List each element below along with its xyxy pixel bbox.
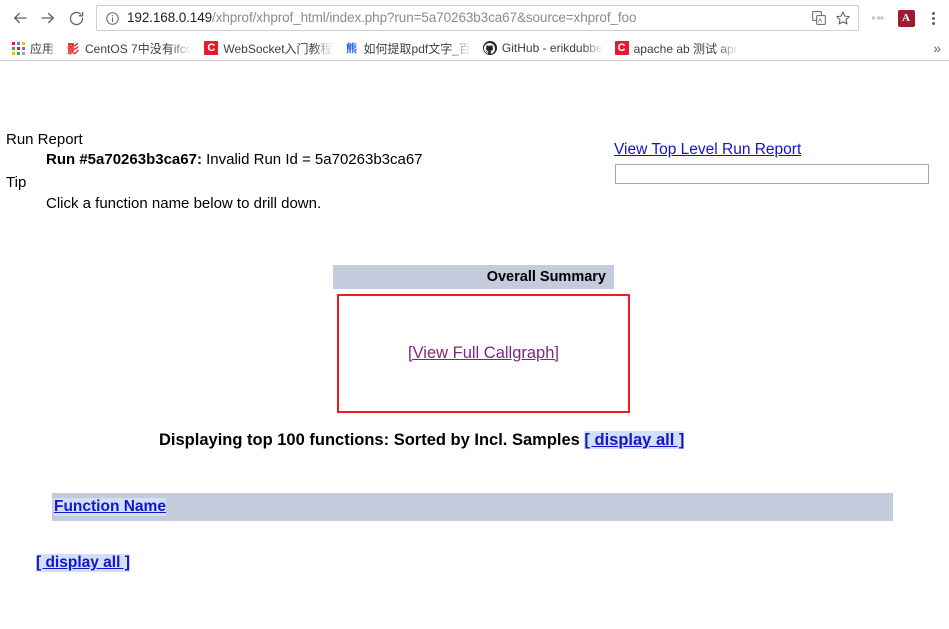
run-id-message: Invalid Run Id = 5a70263b3ca67 xyxy=(201,151,423,168)
overall-summary-label: Overall Summary xyxy=(486,269,606,285)
extension-icon[interactable] xyxy=(865,4,891,32)
bookmark-item-pdf[interactable]: 熊 如何提取pdf文字_百 xyxy=(339,38,477,58)
search-input[interactable] xyxy=(615,164,929,184)
run-id-label: Run #5a70263b3ca67: xyxy=(46,151,202,168)
bookmark-apps[interactable]: 应用 xyxy=(6,38,60,58)
c-favicon: C xyxy=(614,41,629,55)
apps-grid-icon xyxy=(12,41,25,55)
baidu-favicon: 熊 xyxy=(346,43,358,55)
displaying-functions-line: Displaying top 100 functions: Sorted by … xyxy=(159,431,685,450)
back-button[interactable] xyxy=(6,4,34,32)
bookmarks-overflow-icon[interactable]: » xyxy=(933,39,941,57)
red-glyph-favicon: 影 xyxy=(67,41,80,56)
function-name-column-header-link[interactable]: Function Name xyxy=(54,498,166,516)
pdf-icon-glyph: A xyxy=(897,9,915,27)
svg-text:A: A xyxy=(818,19,822,25)
function-table-header: Function Name xyxy=(52,493,893,521)
arrow-right-icon xyxy=(41,12,54,24)
bookmark-label: apache ab 测试 apr xyxy=(633,41,738,56)
translate-icon[interactable]: A xyxy=(808,7,830,29)
bookmark-item-github[interactable]: GitHub - erikdubbe xyxy=(477,38,609,58)
url-text: 192.168.0.149/xhprof/xhprof_html/index.p… xyxy=(127,6,806,30)
view-top-level-run-report-link[interactable]: View Top Level Run Report xyxy=(614,141,801,159)
display-all-link-top[interactable]: [ display all ] xyxy=(584,431,685,449)
three-dot-menu-icon[interactable] xyxy=(923,5,943,31)
bookmarks-bar: 应用 影 CentOS 7中没有ifco C WebSocket入门教程 熊 如… xyxy=(0,36,949,60)
address-bar[interactable]: 192.168.0.149/xhprof/xhprof_html/index.p… xyxy=(96,5,859,31)
bookmark-label: CentOS 7中没有ifco xyxy=(85,41,193,56)
bookmark-label: GitHub - erikdubbe xyxy=(501,41,603,55)
forward-button[interactable] xyxy=(34,4,62,32)
c-favicon: C xyxy=(204,41,219,55)
info-circle-icon[interactable] xyxy=(105,11,120,26)
page-content: Run Report Run #5a70263b3ca67: Invalid R… xyxy=(0,61,949,629)
callgraph-box: [View Full Callgraph] xyxy=(337,294,630,413)
bookmark-apps-label: 应用 xyxy=(30,41,55,56)
url-host: 192.168.0.149 xyxy=(127,10,213,25)
browser-toolbar: 192.168.0.149/xhprof/xhprof_html/index.p… xyxy=(0,0,949,36)
tip-text: Click a function name below to drill dow… xyxy=(46,195,322,212)
view-full-callgraph-link[interactable]: [View Full Callgraph] xyxy=(408,344,559,363)
pdf-extension-icon[interactable]: A xyxy=(893,4,919,32)
bookmark-item-centos[interactable]: 影 CentOS 7中没有ifco xyxy=(60,38,198,58)
reload-icon xyxy=(69,11,83,25)
overall-summary-header: Overall Summary xyxy=(333,265,614,289)
run-id-line: Run #5a70263b3ca67: Invalid Run Id = 5a7… xyxy=(46,151,423,168)
arrow-left-icon xyxy=(14,12,27,24)
bookmark-label: WebSocket入门教程 xyxy=(223,41,333,56)
bookmark-item-apache-ab[interactable]: C apache ab 测试 apr xyxy=(609,38,744,58)
url-path: /xhprof/xhprof_html/index.php?run=5a7026… xyxy=(212,10,637,25)
bookmark-label: 如何提取pdf文字_百 xyxy=(363,41,471,56)
bookmark-item-websocket[interactable]: C WebSocket入门教程 xyxy=(198,38,338,58)
displaying-functions-text: Displaying top 100 functions: Sorted by … xyxy=(159,431,585,449)
run-report-title: Run Report xyxy=(6,131,83,148)
reload-button[interactable] xyxy=(62,4,90,32)
browser-chrome: 192.168.0.149/xhprof/xhprof_html/index.p… xyxy=(0,0,949,61)
github-favicon xyxy=(482,41,497,55)
star-icon[interactable] xyxy=(832,7,854,29)
display-all-link-bottom[interactable]: [ display all ] xyxy=(36,554,130,572)
tip-title: Tip xyxy=(6,174,27,191)
